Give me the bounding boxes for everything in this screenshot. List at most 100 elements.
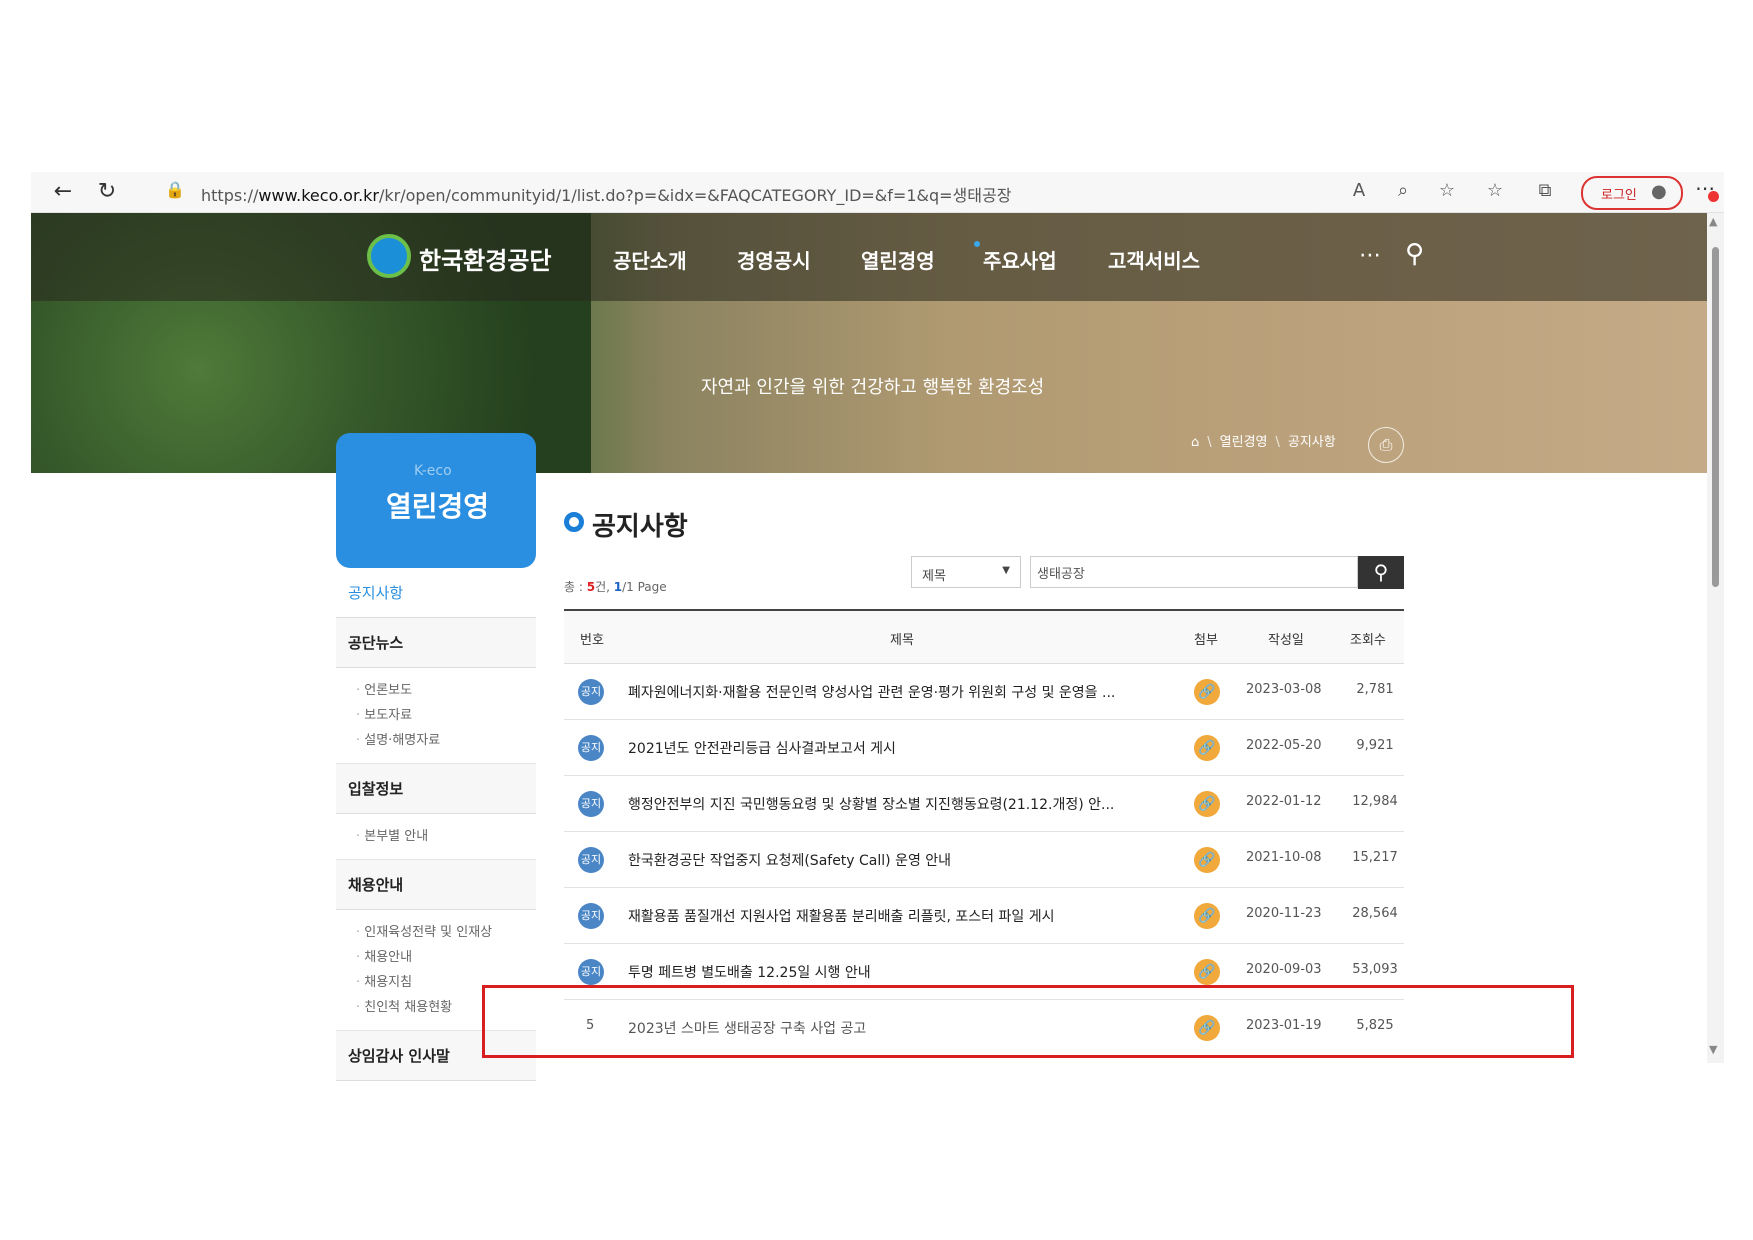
search-input[interactable] xyxy=(1030,556,1358,588)
site-logo-text[interactable]: 한국환경공단 xyxy=(419,241,551,276)
favorites-icon[interactable]: ☆ xyxy=(1483,180,1507,201)
sidebar-subitem-release[interactable]: 보도자료 xyxy=(356,703,516,728)
notice-badge: 공지 xyxy=(578,847,604,873)
row-views: 28,564 xyxy=(1352,906,1398,921)
breadcrumb-item-2[interactable]: 공지사항 xyxy=(1288,435,1336,450)
attachment-icon[interactable]: 🔗 xyxy=(1194,959,1220,985)
nav-item-customer-service[interactable]: 고객서비스 xyxy=(1108,245,1200,274)
notification-dot xyxy=(1708,191,1719,202)
sidebar-group-bid[interactable]: 입찰정보 xyxy=(336,764,536,814)
keco-logo-icon[interactable] xyxy=(367,234,411,278)
notice-badge: 공지 xyxy=(578,903,604,929)
search-button[interactable]: ⚲ xyxy=(1358,556,1404,589)
sidebar-subitem-press[interactable]: 언론보도 xyxy=(356,678,516,703)
row-date: 2021-10-08 xyxy=(1246,850,1322,865)
refresh-icon[interactable]: ↻ xyxy=(95,180,119,204)
attachment-icon[interactable]: 🔗 xyxy=(1194,903,1220,929)
zoom-icon[interactable]: ⌕ xyxy=(1391,180,1415,201)
row-views: 2,781 xyxy=(1356,682,1394,697)
sidebar-subitem-branch[interactable]: 본부별 안내 xyxy=(356,824,516,849)
lock-icon[interactable]: 🔒 xyxy=(165,180,185,199)
search-icon[interactable]: ⚲ xyxy=(1405,239,1424,269)
nav-item-open-management[interactable]: 열린경영 xyxy=(861,245,935,274)
row-date: 2023-03-08 xyxy=(1246,682,1322,697)
home-icon[interactable]: ⌂ xyxy=(1191,435,1199,450)
sidebar-title-box: K-eco 열린경영 xyxy=(336,433,536,568)
col-number: 번호 xyxy=(580,633,604,648)
col-title: 제목 xyxy=(890,633,914,648)
row-views: 12,984 xyxy=(1352,794,1398,809)
breadcrumb-item-1[interactable]: 열린경영 xyxy=(1220,435,1268,450)
read-aloud-icon[interactable]: A xyxy=(1347,180,1371,201)
browser-toolbar: ← ↻ 🔒 https://www.keco.or.kr/kr/open/com… xyxy=(31,172,1724,213)
sidebar-subitem-talent[interactable]: 인재육성전략 및 인재상 xyxy=(356,920,516,945)
login-button[interactable]: 로그인 ● xyxy=(1581,176,1683,210)
nav-item-about[interactable]: 공단소개 xyxy=(613,245,687,274)
sidebar-group-recruit[interactable]: 채용안내 xyxy=(336,860,536,910)
row-title-link[interactable]: 행정안전부의 지진 국민행동요령 및 상황별 장소별 지진행동요령(21.12.… xyxy=(628,794,1114,814)
table-row[interactable]: 공지 2021년도 안전관리등급 심사결과보고서 게시 🔗 2022-05-20 9,9… xyxy=(564,720,1404,776)
breadcrumb: ⌂ \ 열린경영 \ 공지사항 xyxy=(1191,435,1336,450)
search-icon: ⚲ xyxy=(1373,560,1389,584)
scroll-thumb[interactable] xyxy=(1712,247,1719,587)
grid-menu-icon[interactable]: ⋯ xyxy=(1359,243,1381,268)
sidebar-sub-bid: 본부별 안내 xyxy=(336,814,536,860)
row-date: 2020-09-03 xyxy=(1246,962,1322,977)
sidebar-subitem-explanation[interactable]: 설명·해명자료 xyxy=(356,728,516,753)
hero-slogan: 자연과 인간을 위한 건강하고 행복한 환경조성 xyxy=(701,377,1045,398)
address-bar[interactable]: https://www.keco.or.kr/kr/open/community… xyxy=(201,182,1011,206)
sidebar-group-news[interactable]: 공단뉴스 xyxy=(336,618,536,668)
table-row[interactable]: 공지 행정안전부의 지진 국민행동요령 및 상황별 장소별 지진행동요령(21.1… xyxy=(564,776,1404,832)
highlight-box xyxy=(482,985,1574,1058)
row-date: 2022-01-12 xyxy=(1246,794,1322,809)
row-views: 53,093 xyxy=(1352,962,1398,977)
col-date: 작성일 xyxy=(1268,633,1304,648)
sidebar-title: 열린경영 xyxy=(386,490,490,523)
row-views: 15,217 xyxy=(1352,850,1398,865)
notice-badge: 공지 xyxy=(578,959,604,985)
active-nav-dot xyxy=(974,241,980,247)
dropdown-arrow-icon: ▼ xyxy=(1002,565,1010,576)
row-title-link[interactable]: 재활용품 품질개선 지원사업 재활용품 분리배출 리플릿, 포스터 파일 게시 xyxy=(628,906,1054,926)
row-title-link[interactable]: 한국환경공단 작업중지 요청제(Safety Call) 운영 안내 xyxy=(628,850,951,870)
row-date: 2022-05-20 xyxy=(1246,738,1322,753)
attachment-icon[interactable]: 🔗 xyxy=(1194,791,1220,817)
table-row[interactable]: 공지 한국환경공단 작업중지 요청제(Safety Call) 운영 안내 🔗 202… xyxy=(564,832,1404,888)
back-arrow-icon[interactable]: ← xyxy=(51,180,75,204)
attachment-icon[interactable]: 🔗 xyxy=(1194,735,1220,761)
scroll-down-icon[interactable]: ▼ xyxy=(1709,1043,1717,1056)
attachment-icon[interactable]: 🔗 xyxy=(1194,847,1220,873)
scrollbar[interactable]: ▲ ▼ xyxy=(1707,213,1724,1063)
table-row[interactable]: 공지 재활용품 품질개선 지원사업 재활용품 분리배출 리플릿, 포스터 파일 게… xyxy=(564,888,1404,944)
col-views: 조회수 xyxy=(1350,633,1386,648)
add-favorite-icon[interactable]: ☆ xyxy=(1435,180,1459,201)
search-field-select[interactable]: 제목 ▼ xyxy=(911,556,1021,588)
attachment-icon[interactable]: 🔗 xyxy=(1194,679,1220,705)
row-title-link[interactable]: 폐자원에너지화·재활용 전문인력 양성사업 관련 운영·평가 위원회 구성 및 … xyxy=(628,682,1115,702)
sidebar-sub-news: 언론보도 보도자료 설명·해명자료 xyxy=(336,668,536,764)
sidebar-item-notice[interactable]: 공지사항 xyxy=(336,568,536,618)
hero-banner: 한국환경공단 공단소개 경영공시 열린경영 주요사업 고객서비스 ⋯ ⚲ 자연과… xyxy=(31,213,1707,473)
table-row[interactable]: 공지 폐자원에너지화·재활용 전문인력 양성사업 관련 운영·평가 위원회 구성 … xyxy=(564,664,1404,720)
title-bullet-icon xyxy=(564,512,584,532)
collections-icon[interactable]: ⧉ xyxy=(1533,180,1557,201)
profile-icon: ● xyxy=(1651,181,1667,202)
print-icon[interactable]: ⎙ xyxy=(1368,427,1404,463)
col-attach: 첨부 xyxy=(1194,633,1218,648)
row-title-link[interactable]: 2021년도 안전관리등급 심사결과보고서 게시 xyxy=(628,738,896,758)
sidebar-subitem-recruit[interactable]: 채용안내 xyxy=(356,945,516,970)
nav-item-disclosure[interactable]: 경영공시 xyxy=(737,245,811,274)
row-date: 2020-11-23 xyxy=(1246,906,1322,921)
result-count: 총 : 5건, 1/1 Page xyxy=(564,580,667,594)
page-title: 공지사항 xyxy=(592,512,688,542)
row-views: 9,921 xyxy=(1356,738,1394,753)
brand-sub-label: K-eco xyxy=(414,463,452,479)
notice-badge: 공지 xyxy=(578,791,604,817)
nav-item-business[interactable]: 주요사업 xyxy=(983,245,1057,274)
notice-badge: 공지 xyxy=(578,679,604,705)
top-navigation: 한국환경공단 공단소개 경영공시 열린경영 주요사업 고객서비스 ⋯ ⚲ xyxy=(31,213,1707,301)
row-title-link[interactable]: 투명 페트병 별도배출 12.25일 시행 안내 xyxy=(628,962,871,982)
notice-badge: 공지 xyxy=(578,735,604,761)
table-header: 번호 제목 첨부 작성일 조회수 xyxy=(564,609,1404,664)
scroll-up-icon[interactable]: ▲ xyxy=(1709,215,1717,228)
